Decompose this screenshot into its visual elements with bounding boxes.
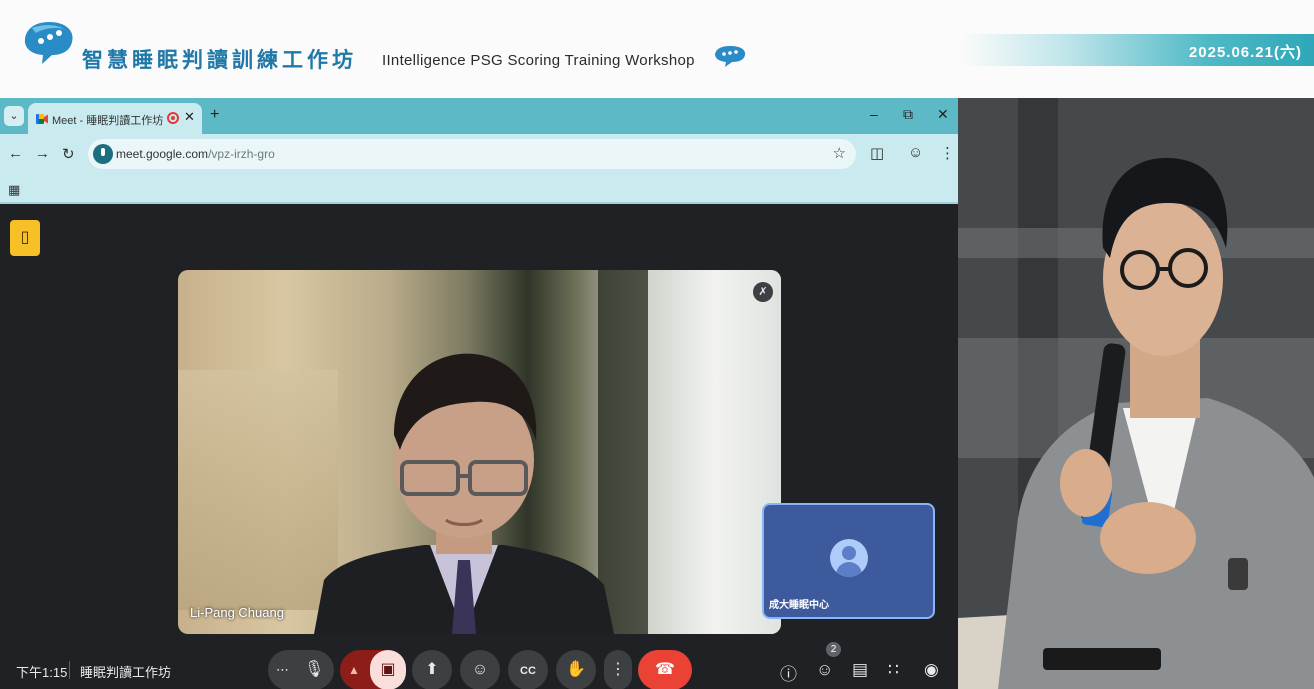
workshop-date: 2025.06.21(六) <box>1188 44 1302 61</box>
browser-toolbar: ← → ↻ meet.google.com/vpz-irzh-gro ☆ ◫ ☺… <box>0 134 958 174</box>
more-options-dots-icon: ⋯ <box>276 662 289 677</box>
raise-hand-icon: ✋ <box>566 661 586 678</box>
meeting-name: 睡眠判讀工作坊 <box>80 665 172 680</box>
captions-icon: CC <box>520 665 536 677</box>
activities-icon[interactable]: ∷ <box>888 660 899 680</box>
meet-area: ▯ ✗ Li-Pang Chuang 成大睡眠中心 下午1:15 睡眠判讀工作坊… <box>0 206 958 689</box>
raise-hand-button[interactable]: ✋ <box>556 650 596 689</box>
new-tab-icon[interactable]: + <box>210 106 219 124</box>
mic-site-icon[interactable] <box>93 144 113 164</box>
workshop-banner: 智慧睡眠判讀訓練工作坊 IIntelligence PSG Scoring Tr… <box>0 0 1314 98</box>
camera-button[interactable]: ▲ ▣ <box>340 650 406 689</box>
bookmarks-bar: ▦ <box>0 174 958 204</box>
phone-hangup-icon: ☎ <box>655 661 675 678</box>
reload-icon[interactable]: ↻ <box>62 145 75 163</box>
puzzle-icon[interactable]: ◫ <box>870 144 884 162</box>
emoji-icon: ☺ <box>471 661 489 678</box>
minimize-icon[interactable]: – <box>870 106 878 122</box>
profile-icon[interactable]: ☺ <box>908 144 923 161</box>
captions-button[interactable]: CC <box>508 650 548 689</box>
recording-icon <box>167 112 179 124</box>
banner-subtitle: IIntelligence PSG Scoring Training Works… <box>382 52 695 69</box>
main-video-tile[interactable]: ✗ Li-Pang Chuang <box>178 270 781 634</box>
banner-title: 智慧睡眠判讀訓練工作坊 <box>82 48 357 72</box>
chevron-down-icon[interactable]: ⌄ <box>4 106 24 126</box>
avatar-icon <box>830 539 868 577</box>
divider <box>69 661 70 679</box>
meeting-time: 下午1:15 <box>16 665 68 680</box>
date-bar: 2025.06.21(六) <box>960 34 1314 66</box>
arrow-right-icon[interactable]: → <box>35 145 50 162</box>
window-close-icon[interactable]: ✕ <box>937 106 949 123</box>
chat-bubble-icon <box>715 46 746 67</box>
self-video-tile[interactable]: 成大睡眠中心 <box>762 503 935 619</box>
video-off-icon: ▣ <box>370 650 406 689</box>
close-tab-icon[interactable]: ✕ <box>184 109 195 125</box>
main-participant-name: Li-Pang Chuang <box>190 605 284 620</box>
mic-button[interactable]: ⋯ 🎙 <box>268 650 334 689</box>
door-badge-icon[interactable]: ▯ <box>10 220 40 256</box>
kebab-icon[interactable]: ⋮ <box>940 144 955 162</box>
chat-icon[interactable]: ▤ <box>852 660 868 680</box>
speaker-photo <box>958 98 1314 689</box>
restore-icon[interactable]: ⧉ <box>903 106 913 123</box>
people-icon[interactable]: ☺ <box>816 660 833 680</box>
address-bar[interactable]: meet.google.com/vpz-irzh-gro ☆ <box>88 139 856 169</box>
arrow-left-icon[interactable]: ← <box>8 145 23 162</box>
url-text: meet.google.com/vpz-irzh-gro <box>116 147 275 161</box>
speaker-camera-feed <box>958 98 1314 689</box>
meet-favicon-icon <box>36 114 48 124</box>
present-icon: ⬆ <box>425 661 439 678</box>
more-options-button[interactable]: ⋮ <box>604 650 632 689</box>
end-call-button[interactable]: ☎ <box>638 650 692 689</box>
mic-icon: 🎙 <box>304 661 325 678</box>
self-participant-name: 成大睡眠中心 <box>769 600 829 611</box>
tab-meet[interactable]: Meet - 睡眠判讀工作坊 ✕ <box>28 103 202 134</box>
people-count-badge: 2 <box>826 642 841 657</box>
emoji-button[interactable]: ☺ <box>460 650 500 689</box>
info-icon[interactable]: ⓘ <box>780 660 797 685</box>
tab-title: Meet - 睡眠判讀工作坊 <box>52 115 164 127</box>
mic-off-icon: ✗ <box>753 282 773 302</box>
apps-grid-icon[interactable]: ▦ <box>8 182 20 198</box>
chevron-up-icon: ▲ <box>348 663 360 677</box>
browser-window: ⌄ Meet - 睡眠判讀工作坊 ✕ + – ⧉ ✕ ← → ↻ meet.go… <box>0 98 958 689</box>
tab-bar: ⌄ Meet - 睡眠判讀工作坊 ✕ + – ⧉ ✕ <box>0 98 958 134</box>
lock-icon[interactable]: ◉ <box>924 660 939 680</box>
star-icon[interactable]: ☆ <box>833 144 846 162</box>
present-button[interactable]: ⬆ <box>412 650 452 689</box>
participant-video <box>314 353 614 634</box>
speech-bubble-logo-icon <box>24 22 73 64</box>
kebab-icon: ⋮ <box>610 661 626 678</box>
